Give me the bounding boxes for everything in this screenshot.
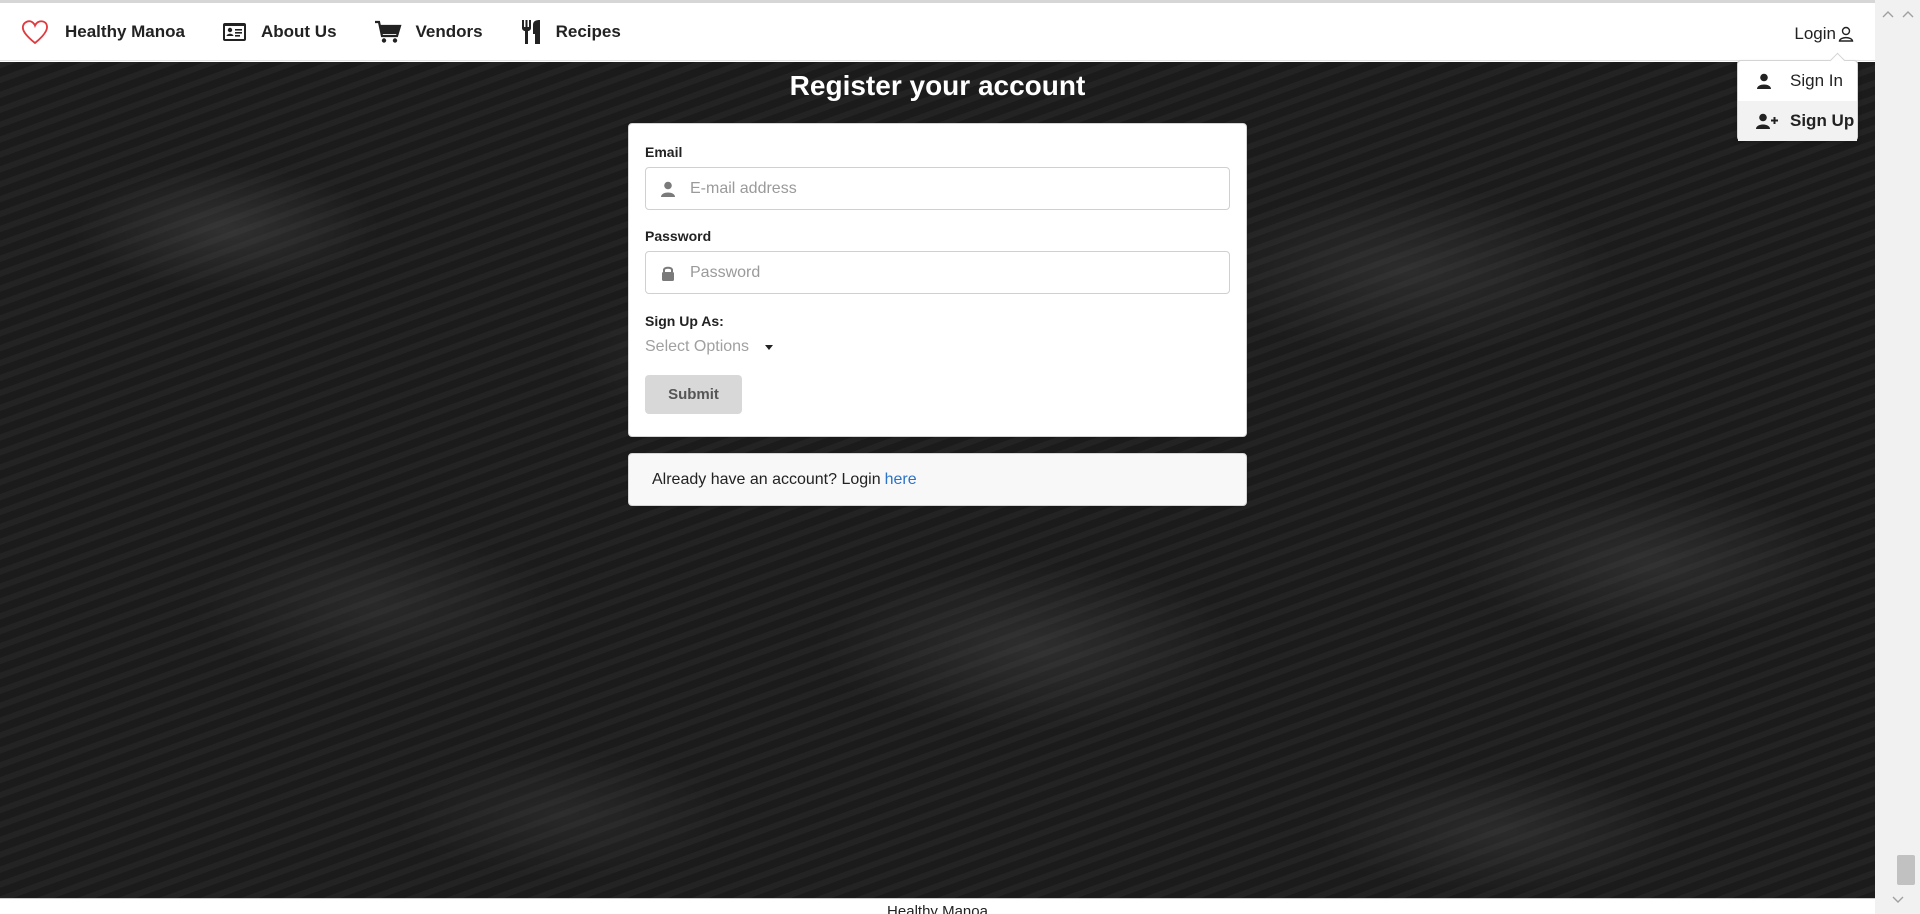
signup-as-select[interactable]: Select Options (645, 338, 774, 356)
heart-icon (21, 19, 49, 45)
select-placeholder: Select Options (645, 338, 750, 355)
email-input[interactable] (690, 168, 1229, 209)
nav-vendors[interactable]: Vendors (374, 3, 483, 61)
brand-link[interactable]: Healthy Manoa (21, 3, 185, 61)
login-dropdown-toggle[interactable]: Login (1794, 3, 1854, 65)
id-card-icon (222, 22, 247, 42)
user-icon (1756, 73, 1778, 89)
password-field (645, 251, 1230, 294)
password-label: Password (645, 228, 712, 244)
sign-up-label: Sign Up (1790, 111, 1855, 130)
brand-label: Healthy Manoa (65, 21, 185, 41)
chevron-down-icon (1892, 896, 1903, 903)
login-message: Already have an account? Login here (628, 453, 1247, 506)
footer-text: Healthy Manoa (887, 903, 988, 914)
password-input[interactable] (690, 252, 1229, 293)
scroll-down-arrow[interactable] (1875, 890, 1920, 910)
nav-recipes[interactable]: Recipes (520, 3, 621, 61)
sign-in-label: Sign In (1790, 71, 1843, 90)
submit-button[interactable]: Submit (645, 375, 742, 414)
cart-icon (374, 20, 402, 44)
login-message-text: Already have an account? Login (652, 470, 881, 488)
menu-item-sign-in[interactable]: Sign In (1738, 61, 1857, 101)
nav-recipes-label: Recipes (555, 21, 621, 41)
vertical-scrollbar[interactable] (1875, 0, 1920, 914)
page-title: Register your account (789, 70, 1086, 101)
nav-about-label: About Us (260, 21, 337, 41)
email-label: Email (645, 144, 683, 160)
chevron-up-icon (1882, 11, 1893, 18)
user-outline-icon (1838, 26, 1854, 42)
register-form: Email Password Sign Up As: Select Option… (628, 123, 1247, 437)
scroll-up-arrows[interactable] (1875, 4, 1920, 24)
chevron-up-icon (1902, 11, 1913, 18)
utensils-icon (520, 19, 542, 45)
signup-as-label: Sign Up As: (645, 313, 724, 329)
login-label: Login (1794, 24, 1836, 43)
email-field (645, 167, 1230, 210)
scroll-thumb[interactable] (1897, 855, 1915, 885)
user-plus-icon (1756, 113, 1778, 129)
login-dropdown-menu: Sign In Sign Up (1737, 60, 1858, 141)
caret-down-icon (765, 344, 774, 350)
nav-about-us[interactable]: About Us (222, 3, 337, 61)
login-here-link[interactable]: here (885, 471, 917, 489)
nav-vendors-label: Vendors (415, 21, 483, 41)
menu-item-sign-up[interactable]: Sign Up (1738, 101, 1857, 141)
lock-icon (646, 265, 690, 281)
footer: Healthy Manoa (0, 898, 1875, 914)
navbar: Healthy Manoa About Us Vendors Recipes L… (0, 3, 1875, 61)
user-icon (646, 181, 690, 197)
